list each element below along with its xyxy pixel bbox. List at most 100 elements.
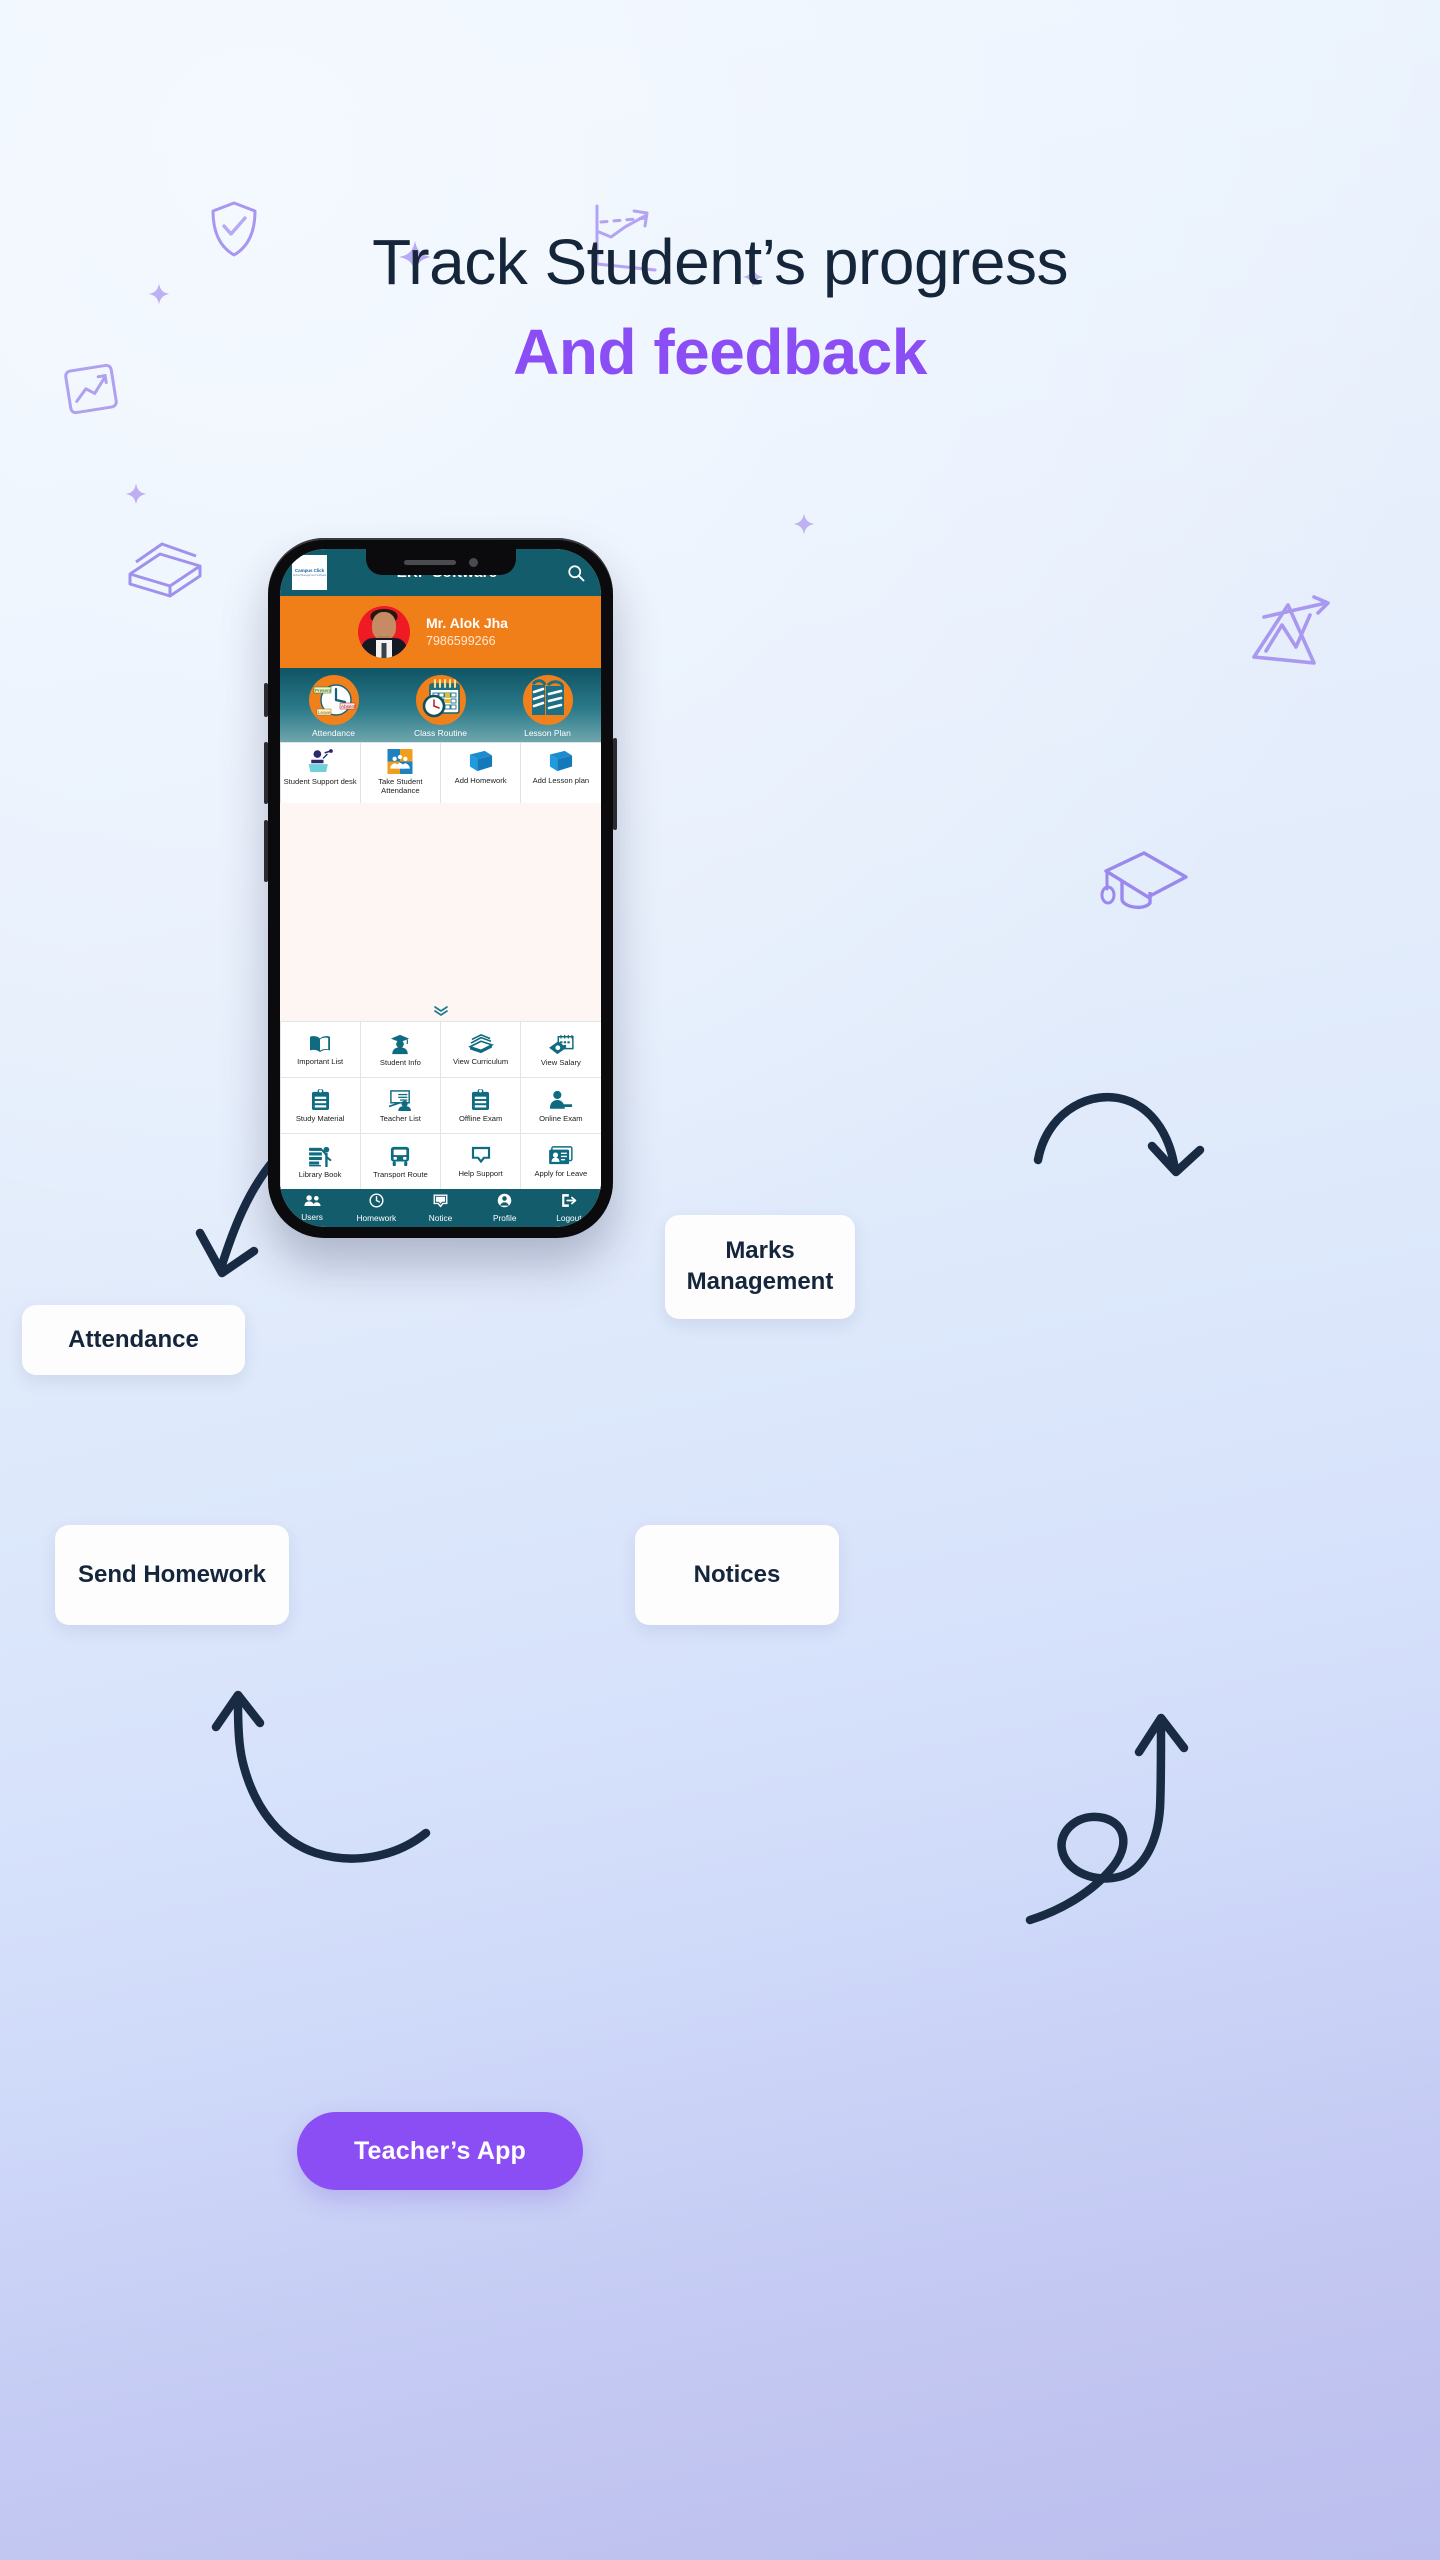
phone-volume-up-button <box>264 742 268 804</box>
nav-item-logout[interactable]: Logout <box>537 1193 601 1224</box>
callout-marks-management: Marks Management <box>665 1215 855 1319</box>
svg-text:Absent: Absent <box>341 704 356 709</box>
bottom-nav: Users Homework Notice Profile Logout <box>280 1189 601 1227</box>
nav-item-label: Homework <box>356 1213 397 1224</box>
people-icon <box>304 1195 321 1207</box>
nav-item-label: Notice <box>428 1212 453 1223</box>
svg-text:Leave: Leave <box>318 710 331 715</box>
front-camera <box>468 557 478 567</box>
menu-tile-label: Study Material <box>295 1114 345 1124</box>
clock-icon <box>369 1193 384 1208</box>
teachers-app-button[interactable]: Teacher’s App <box>297 2112 583 2190</box>
menu-tile-label: View Salary <box>540 1057 581 1067</box>
avatar <box>358 606 410 658</box>
nav-item-label: Users <box>301 1212 323 1223</box>
menu-grid-row: Study Material Teacher List Offline Exam… <box>280 1076 601 1134</box>
calendar-clock-icon <box>415 675 466 725</box>
menu-tile-teacher-list[interactable]: Teacher List <box>359 1076 441 1134</box>
page-headline: Track Student’s progress And feedback <box>0 226 1440 389</box>
menu-tile-online-exam[interactable]: Online Exam <box>520 1076 601 1134</box>
hero-item-class-routine[interactable]: Class Routine <box>387 675 494 738</box>
menu-tile-label: Important List <box>297 1057 344 1067</box>
speaker-grille <box>403 559 456 565</box>
nav-item-label: Profile <box>492 1213 517 1224</box>
hero-item-attendance[interactable]: Present Absent Leave Attendance <box>280 675 387 738</box>
hero-item-label: Lesson Plan <box>524 728 571 738</box>
app-logo-text: Campus Click <box>294 567 325 573</box>
profile-phone: 7986599266 <box>426 634 496 648</box>
quick-tile-add-lesson-plan[interactable]: Add Lesson plan <box>520 741 601 804</box>
graduation-cap-doodle <box>1100 851 1188 910</box>
logout-arrow-icon <box>562 1194 577 1208</box>
account-circle-icon <box>497 1194 512 1208</box>
quick-tile-row: Student Support desk Take Student Attend… <box>280 741 601 804</box>
menu-tile-important-list[interactable]: Important List <box>280 1020 361 1078</box>
quick-tile-take-student-attendance[interactable]: Take Student Attendance <box>359 741 441 804</box>
menu-tile-label: Help Support <box>458 1169 503 1179</box>
menu-grid-row: Important List Student Info View Curricu… <box>280 1020 601 1078</box>
nav-item-label: Logout <box>556 1213 582 1224</box>
attendance-clock-icon: Present Absent Leave <box>308 675 359 725</box>
menu-tile-study-material[interactable]: Study Material <box>280 1076 361 1134</box>
menu-tile-label: Transport Route <box>373 1169 428 1179</box>
hero-item-label: Class Routine <box>414 728 467 738</box>
menu-tile-label: Online Exam <box>539 1113 583 1123</box>
books-icon <box>522 675 573 725</box>
nav-item-notice[interactable]: Notice <box>408 1194 472 1222</box>
nav-item-profile[interactable]: Profile <box>473 1193 537 1224</box>
phone-volume-down-button <box>264 820 268 882</box>
hero-item-label: Attendance <box>311 728 355 738</box>
menu-tile-offline-exam[interactable]: Offline Exam <box>440 1076 522 1134</box>
menu-tile-label: Teacher List <box>379 1113 421 1123</box>
quick-tile-student-support-desk[interactable]: Student Support desk <box>280 741 361 804</box>
profile-name: Mr. Alok Jha <box>426 615 508 632</box>
hero-icon-row: Present Absent Leave Attendance Class Ro… <box>280 668 601 742</box>
app-logo: Campus Click School Management Software <box>292 555 327 590</box>
phone-mute-button <box>264 683 268 717</box>
quick-tile-label: Student Support desk <box>283 776 357 786</box>
phone-screen: Campus Click School Management Software … <box>280 549 601 1227</box>
curved-arrow-up-left <box>211 1690 431 1863</box>
quick-tile-label: Take Student Attendance <box>378 776 423 795</box>
menu-grid-row: Library Book Transport Route Help Suppor… <box>280 1132 601 1190</box>
quick-tile-label: Add Lesson plan <box>532 775 590 785</box>
sparkle-doodle <box>793 513 815 535</box>
phone-notch <box>365 549 516 575</box>
headline-line-2: And feedback <box>513 316 927 389</box>
quick-tile-label: Add Homework <box>454 775 507 785</box>
sparkle-doodle <box>125 483 147 505</box>
curved-arrow-down-right <box>1033 1092 1205 1177</box>
app-logo-subtext: School Management Software <box>292 573 327 577</box>
profile-strip[interactable]: Mr. Alok Jha 7986599266 <box>280 596 601 668</box>
looped-arrow-up-right <box>1025 1713 1189 1925</box>
menu-tile-help-support[interactable]: Help Support <box>440 1132 522 1190</box>
menu-tile-label: Student Info <box>379 1057 421 1067</box>
callout-notices: Notices <box>635 1525 839 1625</box>
search-icon[interactable] <box>563 560 589 586</box>
chevron-double-down-icon[interactable] <box>433 1005 449 1019</box>
menu-tile-label: Offline Exam <box>458 1114 503 1124</box>
menu-tile-library-book[interactable]: Library Book <box>280 1132 361 1190</box>
quick-tile-add-homework[interactable]: Add Homework <box>440 741 522 804</box>
menu-tile-label: View Curriculum <box>453 1057 509 1067</box>
svg-text:Present: Present <box>315 688 332 693</box>
menu-tile-label: Apply for Leave <box>534 1169 588 1179</box>
menu-tile-apply-for-leave[interactable]: Apply for Leave <box>520 1132 601 1190</box>
callout-send-homework: Send Homework <box>55 1525 289 1625</box>
menu-tile-student-info[interactable]: Student Info <box>359 1020 441 1078</box>
books-stack-doodle <box>128 542 202 598</box>
menu-grid: Important List Student Info View Curricu… <box>280 1020 601 1190</box>
notice-box-icon <box>433 1194 448 1208</box>
menu-tile-view-curriculum[interactable]: View Curriculum <box>440 1020 522 1078</box>
nav-item-homework[interactable]: Homework <box>344 1193 408 1224</box>
phone-mockup: Campus Click School Management Software … <box>264 538 617 1238</box>
menu-tile-view-salary[interactable]: View Salary <box>520 1020 601 1078</box>
content-scroll-area[interactable] <box>280 803 601 1021</box>
nav-item-users[interactable]: Users <box>280 1194 344 1223</box>
growth-chart-doodle <box>1252 595 1330 665</box>
hero-item-lesson-plan[interactable]: Lesson Plan <box>494 675 601 738</box>
menu-tile-label: Library Book <box>298 1169 342 1179</box>
callout-attendance: Attendance <box>22 1305 245 1375</box>
menu-tile-transport-route[interactable]: Transport Route <box>359 1132 441 1190</box>
headline-line-1: Track Student’s progress <box>372 226 1068 298</box>
